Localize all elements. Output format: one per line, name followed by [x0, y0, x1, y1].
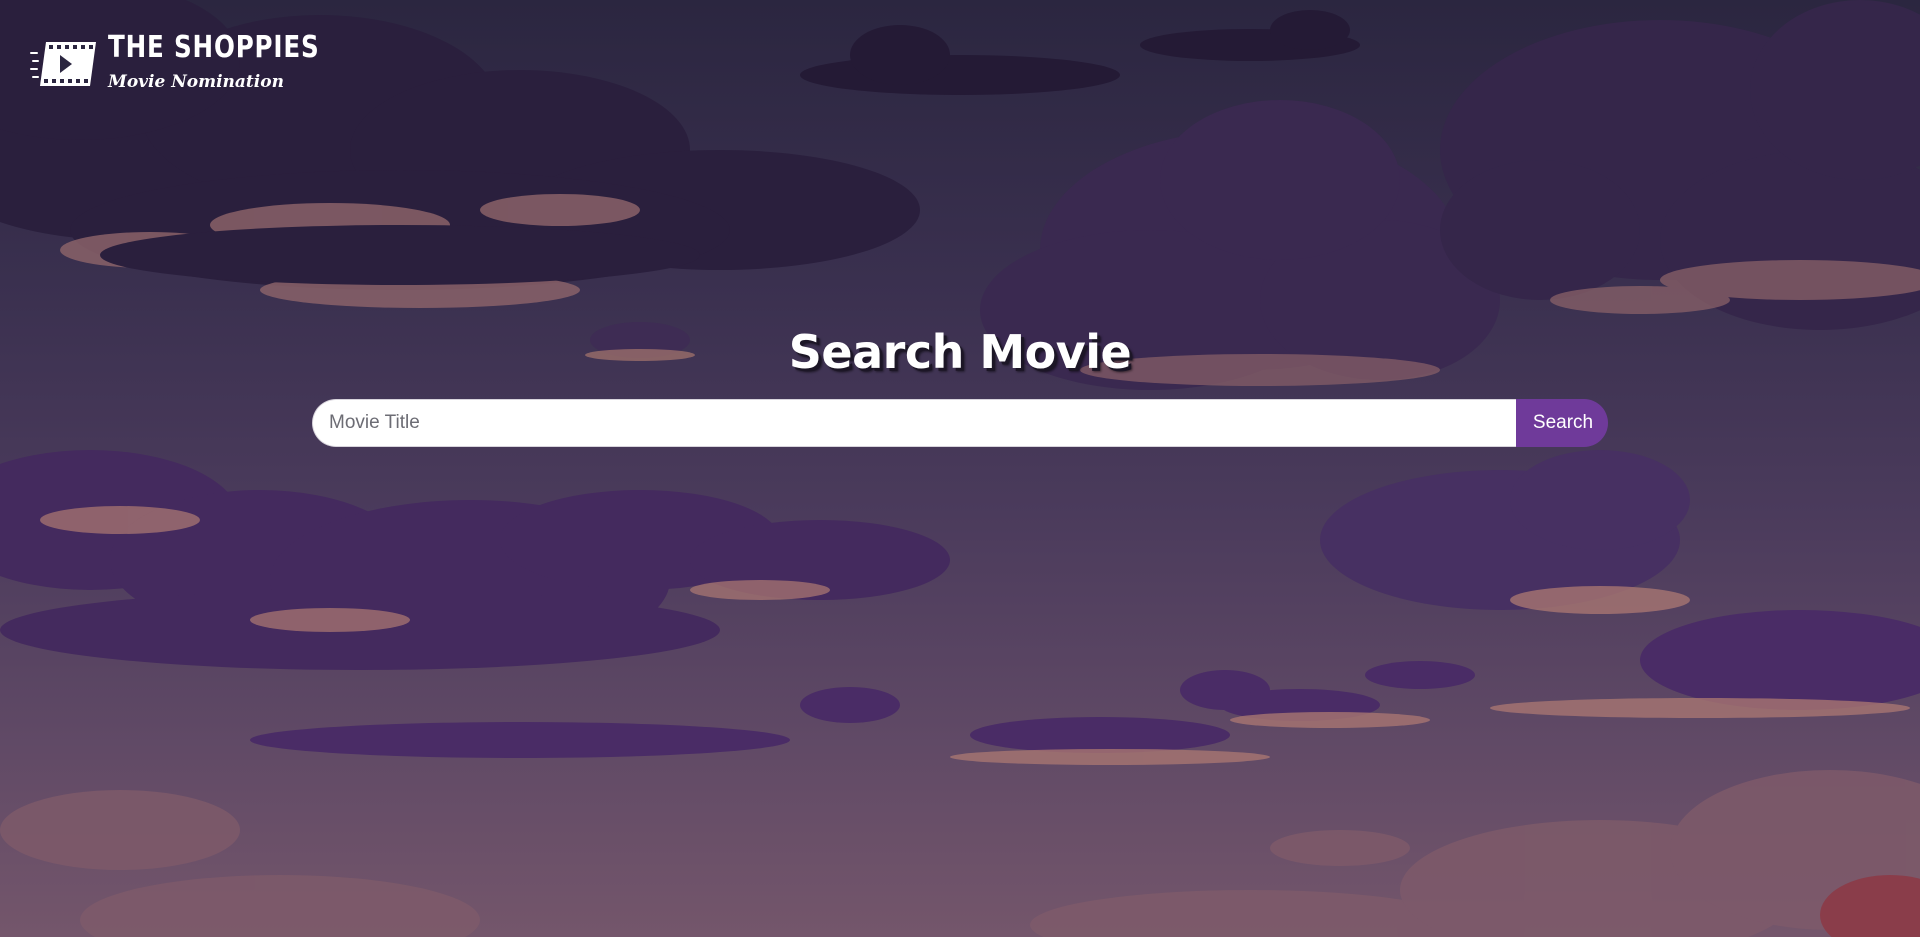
- page-title: Search Movie: [788, 325, 1132, 379]
- brand-title: THE SHOPPIES: [108, 30, 320, 65]
- search-bar: Search: [312, 399, 1608, 447]
- film-play-icon: [30, 42, 96, 86]
- background-clouds: [0, 0, 1920, 937]
- search-input[interactable]: [312, 399, 1516, 447]
- brand-logo[interactable]: THE SHOPPIES Movie Nomination: [30, 28, 319, 100]
- search-button[interactable]: Search: [1516, 399, 1608, 447]
- brand-subtitle: Movie Nomination: [108, 72, 284, 92]
